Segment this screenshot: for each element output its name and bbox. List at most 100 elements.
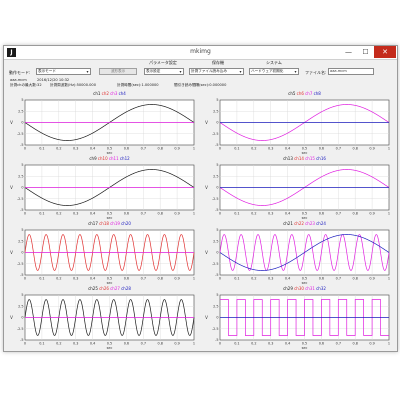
param-select[interactable]: 表示設定 ▾ [144, 68, 184, 75]
y-tick-label: 5 [21, 163, 23, 167]
chevron-down-icon: ▾ [86, 69, 89, 74]
y-axis-label: V [205, 315, 208, 320]
info-file-name: aaa.mcm [10, 78, 27, 82]
title-bar[interactable]: J mkimg — ☐ ✕ [4, 46, 397, 60]
x-tick-label: 0.5 [302, 147, 307, 151]
y-axis-label: V [10, 120, 13, 125]
filename-field[interactable]: aaa.mcm [328, 68, 374, 75]
y-tick-label: 0 [216, 121, 218, 125]
y-tick-label: -2.5 [212, 327, 219, 331]
legend-entry: ch1 [93, 91, 101, 96]
x-tick-label: 0.3 [73, 277, 78, 281]
x-tick-label: 0.1 [39, 342, 44, 346]
waveform-panel[interactable]: ch1ch2ch3ch4 0 0.1 0.2 0.3 0.4 0.5 0.6 0.7 0.8 0.9… [8, 91, 197, 155]
x-tick-label: 0.6 [124, 212, 129, 216]
y-tick-label: 2.5 [213, 304, 218, 308]
waveform-panel[interactable]: ch5ch6ch7ch8 0 0.1 0.2 0.3 0.4 0.5 0.6 0.7 0.8 0.9… [203, 91, 392, 155]
info-channels: 計測chの最大数:32 [10, 83, 42, 87]
mode-select-value: 表示モード [38, 69, 56, 73]
x-tick-label: 0.7 [141, 212, 146, 216]
waveform-plot: 0 0.1 0.2 0.3 0.4 0.5 0.6 0.7 0.8 0.9 1 5 2.5 0 -2.5 -5… [205, 293, 390, 350]
x-tick-label: 0 [219, 147, 221, 151]
x-axis-label: sec [302, 346, 308, 350]
app-window: J mkimg — ☐ ✕ 動作モード: 表示モード ▾ 波形表示 パラメータ設… [3, 45, 398, 352]
x-tick-label: 1 [388, 277, 390, 281]
y-tick-label: 0 [21, 316, 23, 320]
y-tick-label: 0 [216, 316, 218, 320]
x-tick-label: 0.2 [251, 147, 256, 151]
y-tick-label: -2.5 [17, 132, 24, 136]
y-axis-label: V [10, 185, 13, 190]
x-tick-label: 0.8 [157, 212, 162, 216]
info-duration: 計測時間(sec):1.000000 [117, 83, 159, 87]
x-tick-label: 0.7 [336, 342, 341, 346]
legend-entry: ch18 [99, 221, 109, 226]
waveform-plot: 0 0.1 0.2 0.3 0.4 0.5 0.6 0.7 0.8 0.9 1 5 2.5 0 -2.5 -5… [205, 98, 390, 155]
x-axis-label: sec [107, 216, 113, 220]
y-tick-label: 0 [216, 251, 218, 255]
x-tick-label: 0 [219, 212, 221, 216]
x-tick-label: 1 [388, 212, 390, 216]
x-tick-label: 0.5 [302, 212, 307, 216]
target-label: 保存機 [212, 60, 224, 65]
x-tick-label: 0.4 [285, 212, 290, 216]
x-tick-label: 0.2 [251, 212, 256, 216]
mode-select[interactable]: 表示モード ▾ [36, 68, 91, 75]
x-tick-label: 0 [219, 277, 221, 281]
y-tick-label: 2.5 [213, 174, 218, 178]
x-tick-label: 0.1 [39, 212, 44, 216]
waveform-plot: 0 0.1 0.2 0.3 0.4 0.5 0.6 0.7 0.8 0.9 1 5 2.5 0 -2.5 -5… [10, 98, 195, 155]
legend-entry: ch15 [305, 156, 315, 161]
x-tick-label: 0.9 [369, 212, 374, 216]
waveform-plot: 0 0.1 0.2 0.3 0.4 0.5 0.6 0.7 0.8 0.9 1 5 2.5 0 -2.5 -5… [10, 228, 195, 285]
y-axis-label: V [10, 315, 13, 320]
legend-entry: ch8 [313, 91, 321, 96]
waveform-panel[interactable]: ch21ch22ch23ch24 0 0.1 0.2 0.3 0.4 0.5 0.6 0.7 0.… [203, 221, 392, 285]
x-tick-label: 0.5 [107, 277, 112, 281]
x-tick-label: 0.6 [319, 277, 324, 281]
legend-entry: ch32 [316, 286, 326, 291]
display-button[interactable]: 波形表示 [99, 68, 137, 75]
waveform-panel[interactable]: ch29ch30ch31ch32 0 0.1 0.2 0.3 0.4 0.5 0.6 0.7 0.… [203, 286, 392, 350]
legend-entry: ch26 [99, 286, 109, 291]
x-tick-label: 0.3 [268, 277, 273, 281]
x-tick-label: 0.7 [336, 212, 341, 216]
legend-entry: ch17 [88, 221, 98, 226]
x-tick-label: 0.9 [174, 147, 179, 151]
info-sampling: 計測周波数(Hz):50000.000 [50, 83, 97, 87]
x-tick-label: 1 [193, 212, 195, 216]
minimize-button[interactable]: — [340, 46, 357, 58]
legend-entry: ch23 [305, 221, 315, 226]
waveform-plot: 0 0.1 0.2 0.3 0.4 0.5 0.6 0.7 0.8 0.9 1 5 2.5 0 -2.5 -5… [10, 293, 195, 350]
y-tick-label: 5 [216, 163, 218, 167]
legend-entry: ch20 [121, 221, 131, 226]
target-select[interactable]: 計測ファイル読み込み ▾ [189, 68, 244, 75]
x-tick-label: 0.8 [352, 342, 357, 346]
legend-entry: ch10 [97, 156, 108, 161]
x-axis-label: sec [107, 151, 113, 155]
x-tick-label: 0.9 [174, 277, 179, 281]
x-tick-label: 0.1 [234, 212, 239, 216]
close-button[interactable]: ✕ [374, 46, 396, 58]
x-tick-label: 0.5 [107, 147, 112, 151]
legend-entry: ch14 [294, 156, 304, 161]
panel-legend: ch5ch6ch7ch8 [220, 91, 389, 96]
chevron-down-icon: ▾ [179, 69, 182, 74]
x-tick-label: 0.9 [369, 147, 374, 151]
y-axis-label: V [205, 185, 208, 190]
waveform-panel[interactable]: ch9ch10ch11ch12 0 0.1 0.2 0.3 0.4 0.5 0.6 0.7 0.8… [8, 156, 197, 220]
waveform-panel[interactable]: ch13ch14ch15ch16 0 0.1 0.2 0.3 0.4 0.5 0.6 0.7 0.… [203, 156, 392, 220]
x-tick-label: 0.2 [56, 212, 61, 216]
legend-entry: ch16 [316, 156, 326, 161]
y-tick-label: -5 [215, 338, 218, 342]
y-axis-label: V [10, 250, 13, 255]
x-tick-label: 0.6 [124, 342, 129, 346]
system-select[interactable]: ハードウェア初期化 ▾ [249, 68, 299, 75]
maximize-button[interactable]: ☐ [357, 46, 374, 58]
waveform-panel[interactable]: ch17ch18ch19ch20 0 0.1 0.2 0.3 0.4 0.5 0.6 0.7 0.… [8, 221, 197, 285]
info-read-interval: 間引き読み間隔(sec):0.000000 [174, 83, 227, 87]
legend-entry: ch11 [108, 156, 119, 161]
waveform-panel[interactable]: ch25ch26ch27ch28 0 0.1 0.2 0.3 0.4 0.5 0.6 0.7 0.… [8, 286, 197, 350]
y-tick-label: 2.5 [18, 239, 23, 243]
y-tick-label: 2.5 [18, 174, 23, 178]
